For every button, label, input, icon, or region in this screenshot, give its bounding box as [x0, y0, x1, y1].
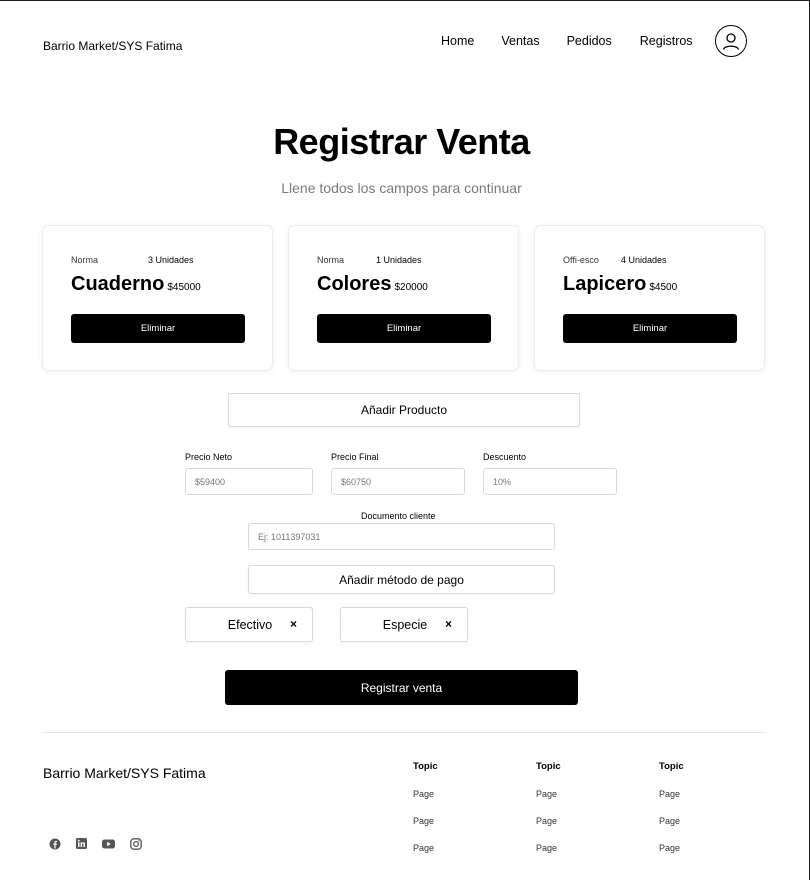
instagram-icon[interactable]	[129, 837, 142, 850]
product-name: Colores	[317, 273, 392, 295]
footer-column: Topic Page Page Page	[413, 761, 438, 869]
linkedin-icon[interactable]	[75, 837, 88, 850]
user-icon	[722, 33, 740, 50]
product-card: Norma 3 Unidades Cuaderno $45000 Eliminar	[43, 226, 272, 370]
remove-payment-icon[interactable]: ×	[290, 617, 297, 631]
footer-divider	[43, 732, 765, 733]
product-category: Offi-esco	[563, 255, 599, 265]
descuento-label: Descuento	[483, 452, 527, 462]
product-card: Offi-esco 4 Unidades Lapicero $4500 Elimi…	[535, 226, 764, 370]
footer-column: Topic Page Page Page	[659, 761, 684, 869]
product-name: Lapicero	[563, 273, 647, 295]
footer-link[interactable]: Page	[413, 815, 438, 842]
footer-brand: Barrio Market/SYS Fatima	[43, 765, 206, 781]
footer-link[interactable]: Page	[659, 842, 684, 869]
product-name-row: Colores $20000	[317, 273, 428, 296]
footer-link[interactable]: Page	[536, 815, 561, 842]
product-category: Norma	[71, 255, 99, 265]
precio-final-label: Precio Final	[331, 452, 379, 462]
page-subtitle: Llene todos los campos para continuar	[281, 180, 522, 196]
product-name-row: Cuaderno $45000	[71, 273, 201, 296]
footer-link[interactable]: Page	[536, 788, 561, 815]
product-quantity: 1 Unidades	[376, 255, 422, 265]
add-product-button[interactable]: Añadir Producto	[228, 393, 580, 427]
delete-product-button[interactable]: Eliminar	[317, 314, 491, 343]
footer-column: Topic Page Page Page	[536, 761, 561, 869]
precio-neto-label: Precio Neto	[185, 452, 233, 462]
documento-cliente-label: Documento cliente	[361, 511, 436, 521]
product-name-row: Lapicero $4500	[563, 273, 677, 296]
nav-registros[interactable]: Registros	[640, 33, 693, 49]
descuento-input[interactable]: 10%	[483, 468, 617, 495]
product-card: Norma 1 Unidades Colores $20000 Eliminar	[289, 226, 518, 370]
remove-payment-icon[interactable]: ×	[445, 617, 452, 631]
footer-link[interactable]: Page	[536, 842, 561, 869]
delete-product-button[interactable]: Eliminar	[71, 314, 245, 343]
delete-product-button[interactable]: Eliminar	[563, 314, 737, 343]
footer-link[interactable]: Page	[659, 788, 684, 815]
payment-chip-especie: Especie ×	[340, 607, 468, 642]
product-quantity: 3 Unidades	[148, 255, 194, 265]
precio-final-input[interactable]: $60750	[331, 468, 465, 495]
register-sale-button[interactable]: Registrar venta	[225, 670, 578, 705]
page-title: Registrar Venta	[273, 121, 530, 162]
add-payment-method-button[interactable]: Añadir método de pago	[248, 565, 555, 594]
payment-chip-efectivo: Efectivo ×	[185, 607, 313, 642]
footer-link[interactable]: Page	[413, 788, 438, 815]
product-price: $20000	[394, 282, 428, 293]
youtube-icon[interactable]	[102, 837, 115, 850]
footer-link[interactable]: Page	[659, 815, 684, 842]
nav-home[interactable]: Home	[441, 33, 474, 49]
footer-topic: Topic	[659, 761, 684, 772]
brand-name: Barrio Market/SYS Fatima	[43, 39, 183, 53]
product-name: Cuaderno	[71, 273, 165, 295]
nav-pedidos[interactable]: Pedidos	[567, 33, 612, 49]
nav-ventas[interactable]: Ventas	[501, 33, 539, 49]
main-nav: Home Ventas Pedidos Registros	[441, 33, 693, 49]
product-category: Norma	[317, 255, 345, 265]
facebook-icon[interactable]	[48, 837, 61, 850]
product-price: $45000	[167, 282, 201, 293]
product-price: $4500	[649, 282, 678, 293]
documento-cliente-input[interactable]: Ej: 1011397031	[248, 523, 555, 550]
footer-topic: Topic	[536, 761, 561, 772]
footer-topic: Topic	[413, 761, 438, 772]
precio-neto-input[interactable]: $59400	[185, 468, 313, 495]
user-avatar[interactable]	[715, 25, 747, 57]
product-quantity: 4 Unidades	[621, 255, 667, 265]
footer-link[interactable]: Page	[413, 842, 438, 869]
